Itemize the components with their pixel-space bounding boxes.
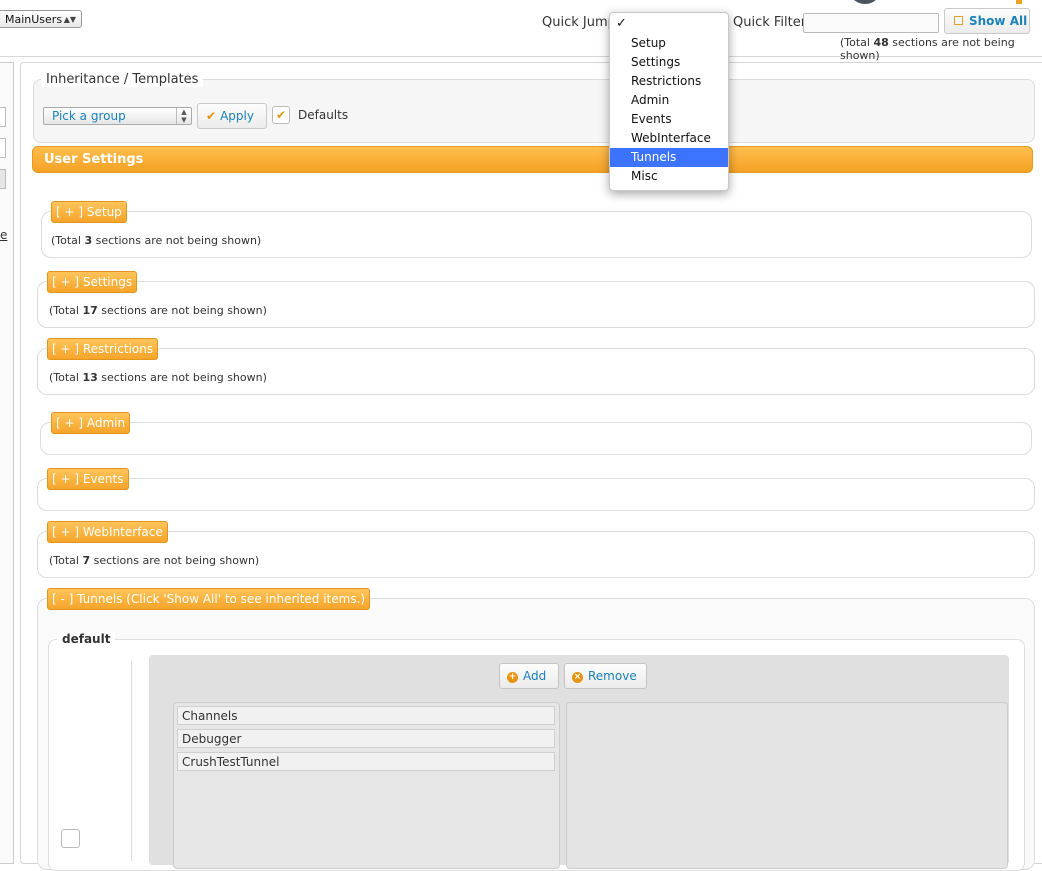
section-header-webinterface[interactable]: [ + ] WebInterface <box>47 521 168 543</box>
menu-item-events[interactable]: Events <box>610 110 728 129</box>
checkmark-icon: ✓ <box>616 16 627 31</box>
menu-item-webinterface[interactable]: WebInterface <box>610 129 728 148</box>
section-hidden-note: (Total 13 sections are not being shown) <box>49 371 267 384</box>
list-item[interactable]: CrushTestTunnel <box>177 752 555 771</box>
menu-item-misc[interactable]: Misc <box>610 167 728 186</box>
section-admin <box>40 422 1032 455</box>
group-select-value: Pick a group <box>52 109 126 123</box>
remove-label: Remove <box>588 669 637 683</box>
list-item[interactable]: Channels <box>177 706 555 725</box>
group-select[interactable]: Pick a group ▲ ▼ <box>43 107 192 125</box>
select-arrows-icon: ▲▼ <box>176 108 191 124</box>
user-settings-header: User Settings <box>32 146 1033 173</box>
left-panel-field[interactable] <box>0 138 6 158</box>
left-panel-button[interactable] <box>0 169 6 189</box>
add-label: Add <box>523 669 547 683</box>
expand-square-icon <box>954 16 963 25</box>
checkmark-icon: ✔ <box>275 108 287 122</box>
hidden-count: 48 <box>873 36 889 49</box>
menu-item-settings[interactable]: Settings <box>610 53 728 72</box>
section-hidden-note: (Total 7 sections are not being shown) <box>49 554 260 567</box>
section-events <box>37 478 1035 511</box>
add-button[interactable]: + Add <box>499 663 559 689</box>
section-header-tunnels[interactable]: [ - ] Tunnels (Click 'Show All' to see i… <box>47 588 371 610</box>
show-all-button[interactable]: Show All <box>944 8 1030 34</box>
show-all-label: Show All <box>969 14 1028 28</box>
left-panel-link[interactable]: e <box>0 228 7 242</box>
menu-item-admin[interactable]: Admin <box>610 91 728 110</box>
logo-accent-icon <box>1016 0 1022 4</box>
apply-button[interactable]: ✔ Apply <box>197 103 267 129</box>
hidden-sections-note: (Total 48 sections are not being shown) <box>840 36 1015 62</box>
defaults-label: Defaults <box>298 108 349 122</box>
section-header-setup[interactable]: [ + ] Setup <box>51 201 127 223</box>
divider <box>131 661 132 861</box>
menu-item-restrictions[interactable]: Restrictions <box>610 72 728 91</box>
x-circle-icon: × <box>572 672 583 683</box>
default-legend: default <box>57 632 116 646</box>
apply-label: Apply <box>220 109 254 123</box>
menu-item-setup[interactable]: Setup <box>610 34 728 53</box>
menu-item-tunnels[interactable]: Tunnels <box>610 148 728 167</box>
checkmark-icon: ✔ <box>206 109 217 123</box>
inheritance-legend: Inheritance / Templates <box>41 72 204 87</box>
quick-jump-menu: ✓ Setup Settings Restrictions Admin Even… <box>609 12 729 191</box>
plus-circle-icon: + <box>507 672 518 683</box>
list-item[interactable]: Debugger <box>177 729 555 748</box>
section-header-restrictions[interactable]: [ + ] Restrictions <box>47 338 159 360</box>
section-hidden-note: (Total 3 sections are not being shown) <box>51 234 262 247</box>
selected-tunnels-list[interactable] <box>566 702 1008 869</box>
section-header-settings[interactable]: [ + ] Settings <box>47 271 138 293</box>
default-checkbox[interactable] <box>61 829 80 848</box>
section-hidden-note: (Total 17 sections are not being shown) <box>49 304 267 317</box>
user-list-select[interactable]: MainUsers ▲▼ <box>0 10 82 28</box>
quick-jump-label: Quick Jump <box>542 15 616 30</box>
defaults-checkbox[interactable]: ✔ <box>272 106 290 124</box>
select-arrows-icon: ▲▼ <box>63 15 76 24</box>
quick-filter-input[interactable] <box>803 13 939 33</box>
section-header-admin[interactable]: [ + ] Admin <box>51 412 131 434</box>
available-tunnels-list[interactable] <box>173 702 560 869</box>
remove-button[interactable]: × Remove <box>564 663 647 689</box>
section-header-events[interactable]: [ + ] Events <box>47 468 129 490</box>
user-select-value: MainUsers <box>5 13 63 26</box>
quick-filter-label: Quick Filter <box>733 15 807 30</box>
left-panel-field[interactable] <box>0 107 6 127</box>
